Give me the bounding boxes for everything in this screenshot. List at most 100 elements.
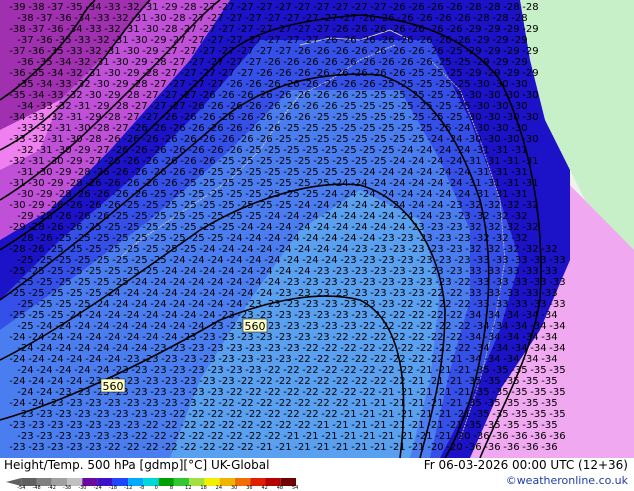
isotherm-value: -27	[188, 13, 204, 24]
isotherm-value: -23	[302, 321, 318, 332]
isotherm-value: -28	[169, 13, 185, 24]
isotherm-value: -26	[245, 123, 261, 134]
isotherm-value: -24	[264, 233, 280, 244]
isotherm-value: -36	[522, 442, 538, 453]
isotherm-value: -26	[397, 35, 413, 46]
isotherm-value: -32	[503, 244, 519, 255]
isotherm-value: -22	[131, 431, 147, 442]
isotherm-value: -22	[302, 343, 318, 354]
isotherm-value: -24	[313, 222, 329, 233]
isotherm-value: -29	[142, 46, 158, 57]
isotherm-value: -20	[454, 431, 470, 442]
isotherm-value: -24	[142, 310, 158, 321]
isotherm-value: -23	[321, 299, 337, 310]
isotherm-value: -27	[180, 68, 196, 79]
isotherm-value: -24	[123, 288, 139, 299]
isotherm-value: -27	[313, 2, 329, 13]
isotherm-value: -26	[389, 2, 405, 13]
isotherm-value: -25	[275, 156, 291, 167]
isotherm-value: -26	[218, 112, 234, 123]
isotherm-value: -24	[294, 222, 310, 233]
isotherm-value: -22	[454, 299, 470, 310]
isotherm-value: -24	[245, 233, 261, 244]
isotherm-value: -24	[283, 211, 299, 222]
isotherm-value: -25	[74, 299, 90, 310]
isotherm-value: -38	[17, 13, 33, 24]
isotherm-value: -33	[55, 79, 71, 90]
isotherm-value: -25	[351, 112, 367, 123]
isotherm-value: -29	[503, 46, 519, 57]
colorbar-tick-label: 36	[246, 485, 253, 491]
isotherm-value: -24	[112, 321, 128, 332]
isotherm-value: -34	[47, 68, 63, 79]
isotherm-value: -26	[150, 145, 166, 156]
isotherm-value: -25	[47, 288, 63, 299]
isotherm-value: -22	[340, 343, 356, 354]
isotherm-value: -28	[74, 167, 90, 178]
isotherm-value: -24	[283, 255, 299, 266]
isotherm-value: -30	[484, 90, 500, 101]
isotherm-value: -35	[492, 387, 508, 398]
isotherm-value: -22	[454, 321, 470, 332]
isotherm-value: -24	[9, 376, 25, 387]
isotherm-value: -27	[207, 13, 223, 24]
isotherm-value: -26	[302, 79, 318, 90]
isotherm-value: -26	[416, 57, 432, 68]
isotherm-value: -26	[150, 123, 166, 134]
isotherm-value: -25	[256, 178, 272, 189]
isotherm-value: -22	[427, 310, 443, 321]
isotherm-value: -35	[9, 90, 25, 101]
isotherm-value: -35	[28, 68, 44, 79]
isotherm-value: -34	[28, 90, 44, 101]
isotherm-value: -28	[47, 200, 63, 211]
isotherm-value: -28	[180, 2, 196, 13]
isotherm-value: -25	[264, 167, 280, 178]
isotherm-value: -34	[484, 332, 500, 343]
isotherm-value: -24	[340, 189, 356, 200]
credit-link[interactable]: ©weatheronline.co.uk	[506, 474, 628, 487]
isotherm-value: -33	[503, 288, 519, 299]
colorbar-tick-label: 0	[154, 485, 158, 491]
isotherm-value: -23	[207, 343, 223, 354]
isotherm-value: -24	[454, 189, 470, 200]
isotherm-value: -24	[359, 211, 375, 222]
isotherm-value: -22	[389, 376, 405, 387]
isotherm-value: -25	[150, 189, 166, 200]
isotherm-value: -21	[389, 442, 405, 453]
isotherm-value: -24	[142, 288, 158, 299]
isotherm-value: -35	[36, 57, 52, 68]
isotherm-value: -23	[93, 431, 109, 442]
isotherm-value: -26	[150, 167, 166, 178]
isotherm-value: -25	[188, 211, 204, 222]
isotherm-value: -23	[351, 288, 367, 299]
isotherm-value: -22	[188, 431, 204, 442]
isotherm-value: -24	[74, 365, 90, 376]
isotherm-value: -25	[245, 189, 261, 200]
isotherm-value: -22	[435, 321, 451, 332]
isotherm-value: -25	[294, 178, 310, 189]
isotherm-value: -27	[161, 46, 177, 57]
isotherm-value: -33	[492, 299, 508, 310]
isotherm-value: -25	[17, 299, 33, 310]
isotherm-value: -23	[454, 233, 470, 244]
isotherm-value: -29	[85, 112, 101, 123]
isotherm-value: -25	[55, 277, 71, 288]
isotherm-value: -24	[370, 222, 386, 233]
isotherm-value: -25	[454, 101, 470, 112]
isotherm-value: -24	[150, 277, 166, 288]
isotherm-value: -25	[55, 255, 71, 266]
isotherm-value: -23	[283, 277, 299, 288]
isotherm-value: -23	[150, 409, 166, 420]
isotherm-value: -23	[340, 277, 356, 288]
isotherm-value: -28	[150, 57, 166, 68]
isotherm-value: -24	[93, 299, 109, 310]
isotherm-value: -27	[370, 2, 386, 13]
isotherm-value: -25	[199, 200, 215, 211]
isotherm-value: -24	[218, 288, 234, 299]
isotherm-value: -29	[473, 35, 489, 46]
isotherm-value: -29	[465, 46, 481, 57]
isotherm-value: -30	[503, 134, 519, 145]
isotherm-value: -21	[408, 442, 424, 453]
isotherm-value: -24	[302, 233, 318, 244]
isotherm-value: -33	[36, 101, 52, 112]
